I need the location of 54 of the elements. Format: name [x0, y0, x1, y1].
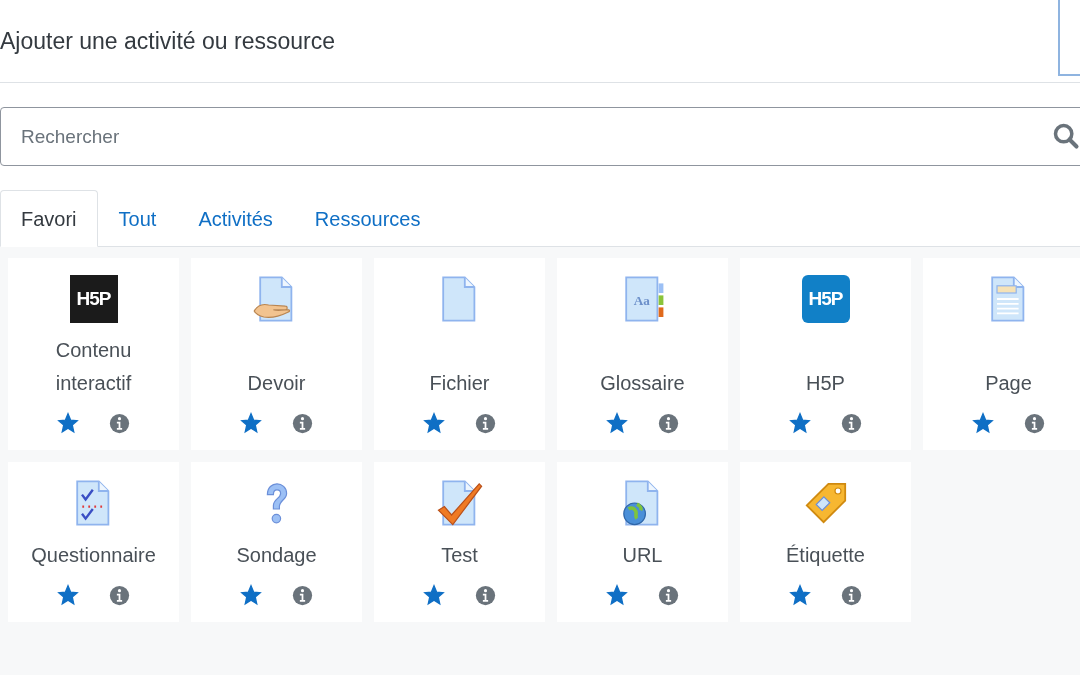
module-card[interactable]: H5P Contenu interactif: [8, 258, 179, 450]
module-card[interactable]: Page: [923, 258, 1080, 450]
info-icon[interactable]: [658, 412, 679, 434]
module-card[interactable]: H5P H5P: [740, 258, 911, 450]
module-name: Étiquette: [785, 543, 866, 568]
module-card[interactable]: URL: [557, 462, 728, 622]
info-icon[interactable]: [292, 584, 313, 606]
info-icon[interactable]: [475, 584, 496, 606]
module-name: Sondage: [235, 543, 318, 568]
info-icon[interactable]: [841, 584, 862, 606]
module-name: URL: [621, 543, 664, 568]
star-icon[interactable]: [606, 412, 628, 434]
star-icon[interactable]: [789, 412, 811, 434]
module-card[interactable]: Sondage: [191, 462, 362, 622]
tab[interactable]: Favori: [0, 190, 98, 247]
star-icon[interactable]: [972, 412, 994, 434]
star-icon[interactable]: [240, 584, 262, 606]
module-name: Contenu interactif: [54, 338, 133, 396]
tab[interactable]: Activités: [177, 190, 294, 247]
module-name: Questionnaire: [30, 543, 157, 568]
info-icon[interactable]: [109, 584, 130, 606]
star-icon[interactable]: [57, 584, 79, 606]
info-icon[interactable]: [841, 412, 862, 434]
tab[interactable]: Tout: [97, 190, 178, 247]
info-icon[interactable]: [292, 412, 313, 434]
star-icon[interactable]: [57, 412, 79, 434]
star-icon[interactable]: [606, 584, 628, 606]
dialog-title: Ajouter une activité ou ressource: [0, 26, 335, 56]
module-name: Glossaire: [599, 371, 686, 396]
info-icon[interactable]: [475, 412, 496, 434]
module-name: Test: [440, 543, 479, 568]
star-icon[interactable]: [240, 412, 262, 434]
module-name: Fichier: [428, 371, 491, 396]
module-card[interactable]: Questionnaire: [8, 462, 179, 622]
module-card[interactable]: Fichier: [374, 258, 545, 450]
star-icon[interactable]: [423, 412, 445, 434]
module-card[interactable]: Test: [374, 462, 545, 622]
document-checkmark-icon: [435, 479, 484, 527]
module-card[interactable]: Aa Glossaire: [557, 258, 728, 450]
tab[interactable]: Ressources: [293, 190, 442, 247]
module-card[interactable]: Devoir: [191, 258, 362, 450]
info-icon[interactable]: [109, 412, 130, 434]
module-name: Devoir: [246, 371, 307, 396]
star-icon[interactable]: [789, 584, 811, 606]
info-icon[interactable]: [658, 584, 679, 606]
h5p-logo-icon: H5P: [69, 275, 118, 323]
module-card[interactable]: Étiquette: [740, 462, 911, 622]
h5p-logo-icon: H5P: [801, 275, 850, 323]
module-name: H5P: [805, 371, 846, 396]
module-name: Page: [984, 371, 1033, 396]
star-icon[interactable]: [423, 584, 445, 606]
search-icon[interactable]: [1052, 122, 1080, 150]
search-field[interactable]: Rechercher: [0, 107, 1080, 166]
info-icon[interactable]: [1024, 412, 1045, 434]
